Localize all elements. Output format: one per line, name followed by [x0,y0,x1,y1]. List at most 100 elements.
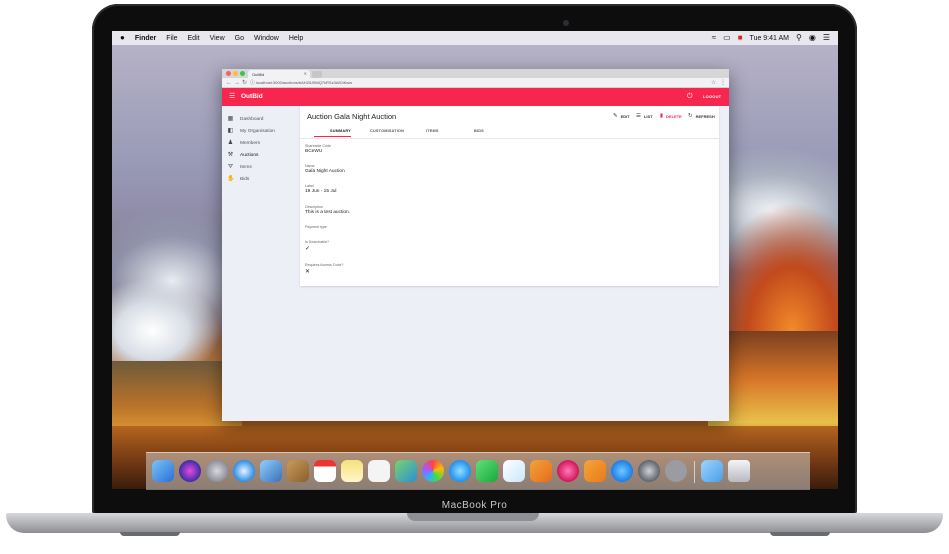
active-tab-indicator [314,136,351,137]
description-value: This is a test auction. [305,210,351,215]
sidebar-item-bids[interactable]: ✋ Bids [227,175,297,184]
refresh-button[interactable]: ↻ REFRESH [688,113,715,119]
shareable-code-value: BCeWU [305,149,323,154]
menu-view[interactable]: View [210,35,225,42]
running-app-icon[interactable] [665,460,687,482]
label-value: 19 Jun - 15 Jul [305,189,337,194]
pencil-icon: ✎ [613,113,618,119]
sidebar: ▦ Dashboard ◧ My Organisation ♟ Members … [222,106,300,421]
members-icon: ♟ [227,140,234,146]
sidebar-item-dashboard[interactable]: ▦ Dashboard [227,115,297,124]
brand-title[interactable]: OutBid [241,93,263,101]
list-button[interactable]: ☰ LIST [636,113,653,119]
sidebar-item-label: Auctions [240,153,259,158]
sidebar-item-label: Items [240,165,252,170]
safari-icon[interactable] [233,460,255,482]
apple-icon[interactable]: ● [120,34,125,42]
flag-icon[interactable]: ■ [738,34,743,42]
sidebar-item-items[interactable]: ⛛ Items [227,163,297,172]
back-icon[interactable]: ← [226,79,232,87]
siri-dock-icon[interactable] [179,460,201,482]
messages-icon[interactable] [449,460,471,482]
model-label: MacBook Pro [441,500,508,511]
browser-menu-icon[interactable]: ⋮ [720,79,726,87]
notification-center-icon[interactable]: ☰ [823,34,830,42]
menubar-status: ≈ ▭ ■ Tue 9:41 AM ⚲ ◉ ☰ [712,31,830,45]
reminders-icon[interactable] [368,460,390,482]
logout-button[interactable]: LOGOUT [703,94,721,100]
app-bar: ☰ OutBid ⏻ LOGOUT [222,88,729,106]
new-tab-button[interactable] [312,71,322,78]
itunes-icon[interactable] [557,460,579,482]
browser-window: OutBid ✕ ← → ↻ ⓘ localhost:3000/auctions… [222,69,729,421]
maps-icon[interactable] [395,460,417,482]
menu-finder[interactable]: Finder [135,35,156,42]
menu-edit[interactable]: Edit [188,35,200,42]
spotlight-icon[interactable]: ⚲ [796,34,802,42]
contacts-icon[interactable] [287,460,309,482]
menu-window[interactable]: Window [254,35,279,42]
tab-bids[interactable]: BIDS [474,129,484,134]
notes-icon[interactable] [341,460,363,482]
downloads-folder-icon[interactable] [701,460,723,482]
finder-icon[interactable] [152,460,174,482]
keynote-icon[interactable] [530,460,552,482]
trash-icon: ▮ [660,113,664,119]
dashboard-icon: ▦ [227,116,234,122]
hamburger-menu-icon[interactable]: ☰ [229,92,235,101]
menu-go[interactable]: Go [235,35,244,42]
browser-toolbar: ← → ↻ ⓘ localhost:3000/auctions/bAHZ6JfM… [222,78,729,88]
refresh-label: REFRESH [695,114,715,119]
laptop-foot-left [120,532,180,536]
laptop-foot-right [770,532,830,536]
delete-label: DELETE [666,114,682,119]
launchpad-icon[interactable] [206,460,228,482]
edit-button[interactable]: ✎ EDIT [613,113,630,119]
sidebar-item-label: Members [240,141,260,146]
browser-tab[interactable]: OutBid ✕ [248,70,310,78]
info-icon[interactable]: ⓘ [250,79,255,87]
name-label: Name [305,164,315,168]
ibooks-icon[interactable] [584,460,606,482]
wifi-icon[interactable]: ≈ [712,34,716,42]
tabs-divider [300,138,719,139]
tab-close-icon[interactable]: ✕ [304,71,307,76]
sidebar-item-members[interactable]: ♟ Members [227,139,297,148]
numbers-icon[interactable] [503,460,525,482]
sidebar-item-my-organisation[interactable]: ◧ My Organisation [227,127,297,136]
power-icon[interactable]: ⏻ [687,92,693,101]
menubar-clock[interactable]: Tue 9:41 AM [750,35,789,42]
address-bar[interactable]: localhost:3000/auctions/bAHZ6JfMiQ7kRSz3… [256,80,706,86]
check-icon: ✓ [305,246,311,252]
tab-customisation[interactable]: CUSTOMISATION [370,129,404,134]
menu-help[interactable]: Help [289,35,303,42]
bookmark-star-icon[interactable]: ☆ [711,79,716,87]
list-label: LIST [643,114,653,119]
description-label: Description [305,205,323,209]
tab-summary[interactable]: SUMMARY [330,129,351,134]
airplay-icon[interactable]: ▭ [723,34,731,42]
close-window-button[interactable] [226,71,231,76]
calendar-icon[interactable] [314,460,336,482]
siri-icon[interactable]: ◉ [809,34,816,42]
facetime-icon[interactable] [476,460,498,482]
trash-dock-icon[interactable] [728,460,750,482]
mail-icon[interactable] [260,460,282,482]
sidebar-item-auctions[interactable]: ⚒ Auctions [227,151,297,160]
zoom-window-button[interactable] [240,71,245,76]
forward-icon[interactable]: → [234,79,240,87]
hand-icon: ✋ [227,176,235,182]
minimize-window-button[interactable] [233,71,238,76]
menu-file[interactable]: File [166,35,177,42]
reload-icon[interactable]: ↻ [242,79,247,87]
shareable-code-label: Shareable Code [305,144,331,148]
photos-icon[interactable] [422,460,444,482]
tab-items[interactable]: ITEMS [426,129,439,134]
cross-icon: ✕ [305,269,311,275]
delete-button[interactable]: ▮ DELETE [660,113,682,119]
tab-title: OutBid [252,71,265,77]
system-preferences-icon[interactable] [638,460,660,482]
list-icon: ☰ [636,113,641,119]
name-value: Gala Night Auction [305,169,345,174]
app-store-icon[interactable] [611,460,633,482]
